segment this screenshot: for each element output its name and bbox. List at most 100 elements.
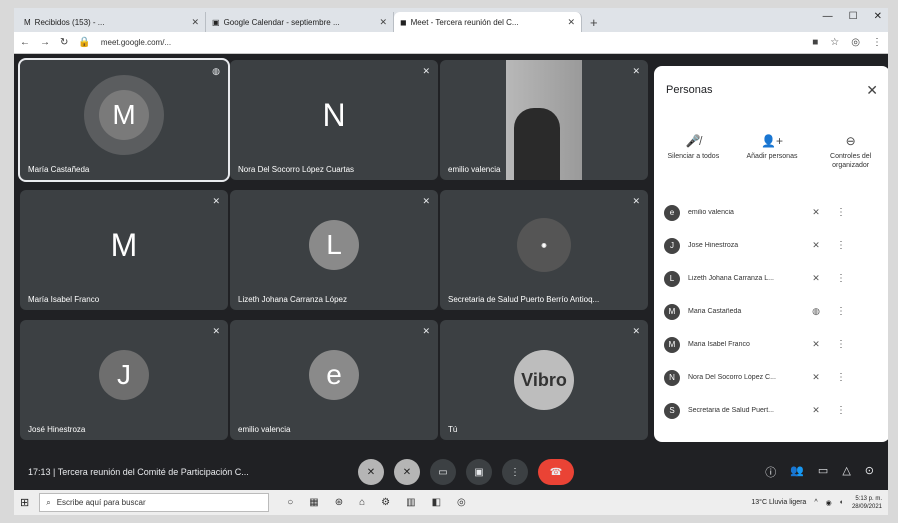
chrome-icon[interactable]: ◎ — [457, 497, 466, 508]
menu-icon[interactable]: ⋮ — [872, 37, 882, 48]
settings-icon[interactable]: ⚙ — [381, 497, 390, 508]
more-options-icon[interactable]: ⋮ — [836, 339, 846, 350]
clock[interactable]: 5:13 p. m. 28/09/2021 — [852, 495, 882, 511]
avatar: J — [99, 350, 149, 401]
avatar: e — [664, 204, 680, 221]
avatar: M — [664, 336, 680, 353]
close-tab-icon[interactable]: ✕ — [379, 17, 387, 28]
mic-off-icon[interactable]: ✕ — [804, 405, 828, 416]
action-label: Controles del organizador — [830, 153, 872, 169]
avatar: N — [664, 369, 680, 386]
add-people-button[interactable]: 👤+ Añadir personas — [737, 134, 807, 170]
present-screen-button[interactable]: ▣ — [466, 459, 492, 485]
mute-all-button[interactable]: 🎤̸ Silenciar a todos — [658, 134, 728, 170]
minimize-icon[interactable]: — — [823, 11, 833, 22]
close-tab-icon[interactable]: ✕ — [567, 17, 575, 28]
windows-start-icon[interactable]: ⊞ — [20, 496, 29, 509]
app-icon[interactable]: ◧ — [432, 497, 441, 508]
participant-tile[interactable]: M ✕ María Isabel Franco — [20, 190, 228, 310]
mic-off-icon[interactable]: ✕ — [804, 207, 828, 218]
camera-toggle-button[interactable]: ✕ — [394, 459, 420, 485]
participant-tile[interactable]: L ✕ Lizeth Johana Carranza López — [230, 190, 438, 310]
participant-tile[interactable]: J ✕ José Hinestroza — [20, 320, 228, 440]
list-item[interactable]: M Maria Isabel Franco ✕ ⋮ — [654, 328, 888, 361]
chat-icon[interactable]: ▭ — [818, 464, 828, 480]
app-icon[interactable]: ▥ — [406, 497, 415, 508]
more-options-icon[interactable]: ⋮ — [836, 372, 846, 383]
more-options-icon[interactable]: ⋮ — [836, 273, 846, 284]
url-field[interactable]: meet.google.com/... — [101, 38, 802, 47]
app-icon[interactable]: ⊛ — [335, 497, 343, 508]
people-icon[interactable]: 👥 — [790, 464, 804, 480]
more-options-icon[interactable]: ⋮ — [836, 240, 846, 251]
mic-off-icon[interactable]: ✕ — [804, 339, 828, 350]
participant-tile-self[interactable]: Vibro ✕ Tú — [440, 320, 648, 440]
forward-icon[interactable]: → — [40, 37, 50, 48]
activities-icon[interactable]: △ — [842, 464, 850, 480]
list-item[interactable]: L Lizeth Johana Carranza L... ✕ ⋮ — [654, 262, 888, 295]
new-tab-button[interactable]: + — [582, 12, 606, 32]
back-icon[interactable]: ← — [20, 37, 30, 48]
people-panel: Personas ✕ 🎤̸ Silenciar a todos 👤+ Añadi… — [654, 66, 888, 442]
leave-call-button[interactable]: ☎ — [538, 459, 574, 485]
list-item[interactable]: S Secretaria de Salud Puert... ✕ ⋮ — [654, 394, 888, 427]
gmail-icon: M — [24, 17, 31, 27]
reload-icon[interactable]: ↻ — [60, 37, 68, 48]
call-controls: ✕ ✕ ▭ ▣ ⋮ ☎ — [358, 459, 574, 485]
more-options-icon[interactable]: ⋮ — [836, 207, 846, 218]
info-icon[interactable]: ⓘ — [765, 464, 776, 480]
participant-name: Secretaria de Salud Puert... — [688, 407, 774, 414]
participant-name: Nora Del Socorro López Cuartas — [238, 165, 355, 174]
weather-text[interactable]: 13°C Lluvia ligera — [751, 499, 806, 506]
search-placeholder: Escribe aquí para buscar — [56, 498, 146, 507]
tab-title: Recibidos (153) - ... — [34, 17, 105, 27]
list-item[interactable]: J Jose Hinestroza ✕ ⋮ — [654, 229, 888, 262]
participant-tile[interactable]: ◉ ✕ Secretaria de Salud Puerto Berrío An… — [440, 190, 648, 310]
volume-icon[interactable]: ◐ — [840, 499, 844, 506]
mic-off-icon[interactable]: ✕ — [804, 273, 828, 284]
camera-icon[interactable]: ■ — [812, 37, 818, 48]
list-item[interactable]: e emilio valencia ✕ ⋮ — [654, 196, 888, 229]
more-options-icon[interactable]: ⋮ — [836, 306, 846, 317]
participant-tile[interactable]: M ◍ María Castañeda — [18, 58, 230, 182]
audio-level-icon: ◍ — [212, 66, 220, 76]
participant-name: Maria Castañeda — [688, 308, 742, 315]
tab-title: Google Calendar - septiembre ... — [223, 17, 340, 27]
mic-off-icon: ✕ — [632, 196, 640, 206]
close-window-icon[interactable]: ✕ — [874, 11, 882, 22]
list-item[interactable]: M Maria Castañeda ◍ ⋮ — [654, 295, 888, 328]
list-item[interactable]: N Nora Del Socorro López C... ✕ ⋮ — [654, 361, 888, 394]
taskbar-apps: ○ ▦ ⊛ ⌂ ⚙ ▥ ◧ ◎ — [287, 497, 466, 508]
browser-tab-calendar[interactable]: ▣ Google Calendar - septiembre ... ✕ — [206, 12, 394, 32]
tray-chevron-icon[interactable]: ^ — [814, 499, 817, 506]
avatar: L — [664, 270, 680, 287]
more-options-button[interactable]: ⋮ — [502, 459, 528, 485]
participant-tile[interactable]: ✕ emilio valencia — [440, 60, 648, 180]
close-panel-icon[interactable]: ✕ — [866, 82, 878, 99]
participant-name: Lizeth Johana Carranza López — [238, 295, 347, 304]
task-view-icon[interactable]: ○ — [287, 497, 293, 508]
profile-icon[interactable]: ◎ — [851, 37, 860, 48]
meet-icon: ◼ — [400, 17, 407, 27]
browser-tab-gmail[interactable]: M Recibidos (153) - ... ✕ — [18, 12, 206, 32]
more-options-icon[interactable]: ⋮ — [836, 405, 846, 416]
mic-off-icon[interactable]: ✕ — [804, 372, 828, 383]
participant-tile[interactable]: N ✕ Nora Del Socorro López Cuartas — [230, 60, 438, 180]
audio-level-icon[interactable]: ◍ — [804, 306, 828, 317]
captions-button[interactable]: ▭ — [430, 459, 456, 485]
maximize-icon[interactable]: ☐ — [849, 11, 858, 22]
browser-tab-meet[interactable]: ◼ Meet - Tercera reunión del C... ✕ — [394, 12, 582, 32]
mic-off-icon[interactable]: ✕ — [804, 240, 828, 251]
taskbar-search[interactable]: ⌕ Escribe aquí para buscar — [39, 493, 270, 512]
app-icon[interactable]: ⌂ — [359, 497, 365, 508]
app-icon[interactable]: ▦ — [309, 497, 318, 508]
network-icon[interactable]: ◉ — [826, 499, 832, 507]
logo-text: ◉ — [541, 242, 547, 249]
host-controls-icon[interactable]: ⊙ — [865, 464, 874, 480]
mic-toggle-button[interactable]: ✕ — [358, 459, 384, 485]
host-controls-button[interactable]: ⊖ Controles del organizador — [816, 134, 886, 170]
participant-name: José Hinestroza — [28, 425, 86, 434]
close-tab-icon[interactable]: ✕ — [191, 17, 199, 28]
participant-tile[interactable]: e ✕ emilio valencia — [230, 320, 438, 440]
bookmark-star-icon[interactable]: ☆ — [830, 37, 839, 48]
